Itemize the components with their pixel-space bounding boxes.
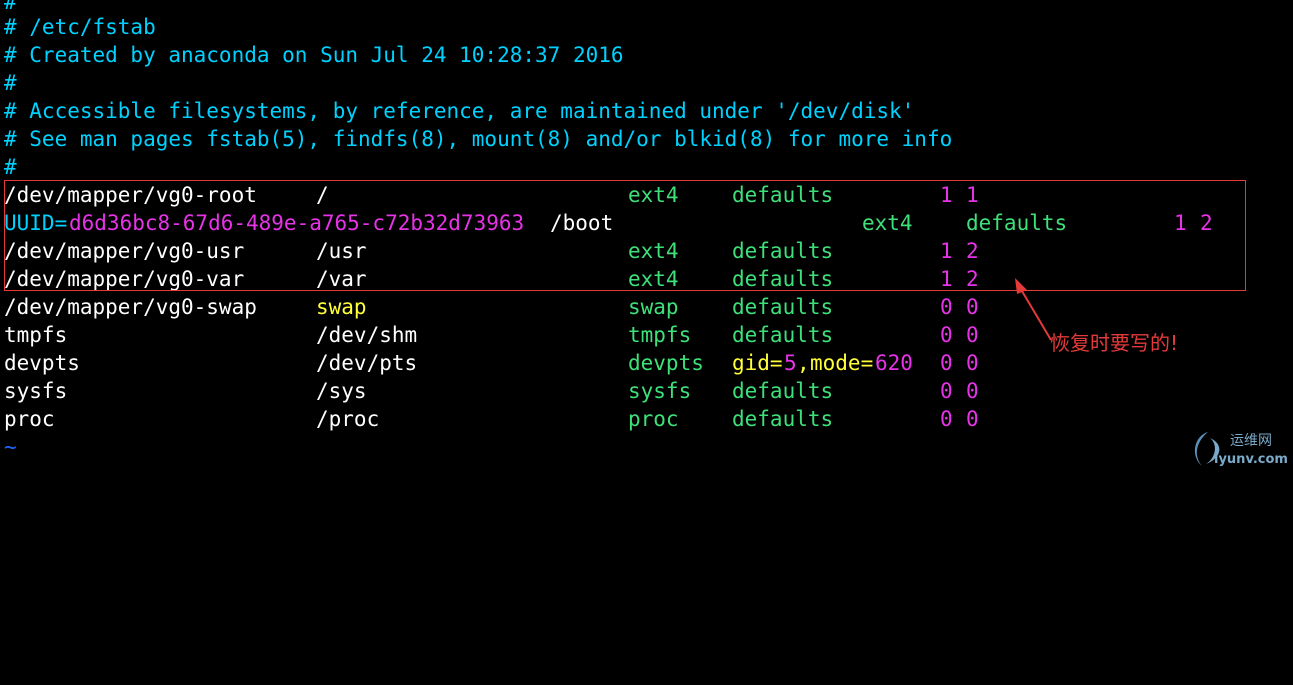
fstype-field: tmpfs [628,323,692,347]
dump-field: 0 [940,407,953,431]
fstab-entry-var: /dev/mapper/vg0-var /var ext4 defaults 1… [4,265,979,293]
dump-field: 0 [940,351,953,375]
watermark-site-name: 运维网 [1230,433,1272,449]
fstab-entry-devpts: devpts /dev/pts devpts gid= 5 , mode= 62… [4,349,979,377]
device-field: proc [4,407,55,431]
options-field: defaults [732,379,834,403]
fstab-entry-proc: proc /proc proc defaults 0 0 [4,405,979,433]
device-field: devpts [4,351,80,375]
mount-point-field: /sys [316,379,367,403]
pass-field: 0 [966,407,979,431]
mount-point-field: / [316,183,329,207]
fstab-comment-line: # [4,71,17,95]
watermark: 运维网 iyunv.com [1186,426,1291,472]
fstab-entry-root: /dev/mapper/vg0-root / ext4 defaults 1 1 [4,181,979,209]
device-field: /dev/mapper/vg0-swap [4,295,257,319]
mount-point-field: /usr [316,239,367,263]
pass-field: 0 [966,295,979,319]
mount-point-field: /var [316,267,367,291]
fstab-entry-sysfs: sysfs /sys sysfs defaults 0 0 [4,377,979,405]
dump-field: 0 [940,295,953,319]
options-mode-value: 620 [875,351,913,375]
dump-field: 1 [940,239,953,263]
fstype-field: sysfs [628,379,692,403]
options-field: defaults [732,295,834,319]
pass-field: 2 [966,267,979,291]
mount-point-field: /boot [550,211,614,235]
fstab-comment-line: # Accessible filesystems, by reference, … [4,99,915,123]
mount-point-field: /proc [316,407,380,431]
device-field: /dev/mapper/vg0-usr [4,239,245,263]
pass-field: 0 [966,351,979,375]
dump-field: 0 [940,379,953,403]
options-field: defaults [732,323,834,347]
fstype-field: devpts [628,351,704,375]
fstab-comment-line: # See man pages fstab(5), findfs(8), mou… [4,127,953,151]
options-separator: , [797,351,810,375]
dump-field: 1 [940,267,953,291]
uuid-key: UUID= [4,211,68,235]
mount-point-field: swap [316,295,367,319]
fstab-entry-boot: UUID= d6d36bc8-67d6-489e-a765-c72b32d739… [4,209,1213,237]
uuid-value: d6d36bc8-67d6-489e-a765-c72b32d73963 [69,211,525,235]
fstype-field: ext4 [628,239,679,263]
pass-field: 0 [966,379,979,403]
fstab-entry-usr: /dev/mapper/vg0-usr /usr ext4 defaults 1… [4,237,979,265]
options-gid-value: 5 [784,351,797,375]
pass-field: 0 [966,323,979,347]
fstab-comment-line: # Created by anaconda on Sun Jul 24 10:2… [4,43,624,67]
fstab-comment-line: # /etc/fstab [4,15,156,39]
device-field: /dev/mapper/vg0-root [4,183,257,207]
dump-field: 0 [940,323,953,347]
pass-field: 1 [966,183,979,207]
mount-point-field: /dev/shm [316,323,418,347]
options-gid-key: gid= [732,351,783,375]
fstab-entry-swap: /dev/mapper/vg0-swap swap swap defaults … [4,293,979,321]
fstab-entry-tmpfs: tmpfs /dev/shm tmpfs defaults 0 0 [4,321,979,349]
fstype-field: ext4 [862,211,913,235]
device-field: tmpfs [4,323,68,347]
fstype-field: ext4 [628,183,679,207]
fstype-field: ext4 [628,267,679,291]
dump-field: 1 [1174,211,1187,235]
options-mode-key: mode= [810,351,874,375]
watermark-url: iyunv.com [1214,452,1288,467]
fstype-field: swap [628,295,679,319]
device-field: /dev/mapper/vg0-var [4,267,245,291]
options-field: defaults [732,267,834,291]
device-field: sysfs [4,379,68,403]
dump-field: 1 [940,183,953,207]
options-field: defaults [966,211,1068,235]
terminal-window[interactable]: # # /etc/fstab # Created by anaconda on … [0,0,1293,475]
options-field: defaults [732,183,834,207]
pass-field: 2 [1200,211,1213,235]
fstype-field: proc [628,407,679,431]
options-field: defaults [732,407,834,431]
mount-point-field: /dev/pts [316,351,418,375]
pass-field: 2 [966,239,979,263]
fstab-comment-line: # [4,155,17,179]
options-field: defaults [732,239,834,263]
empty-line-marker: ~ [4,435,17,459]
annotation-note: 恢复时要写的! [1050,331,1179,355]
